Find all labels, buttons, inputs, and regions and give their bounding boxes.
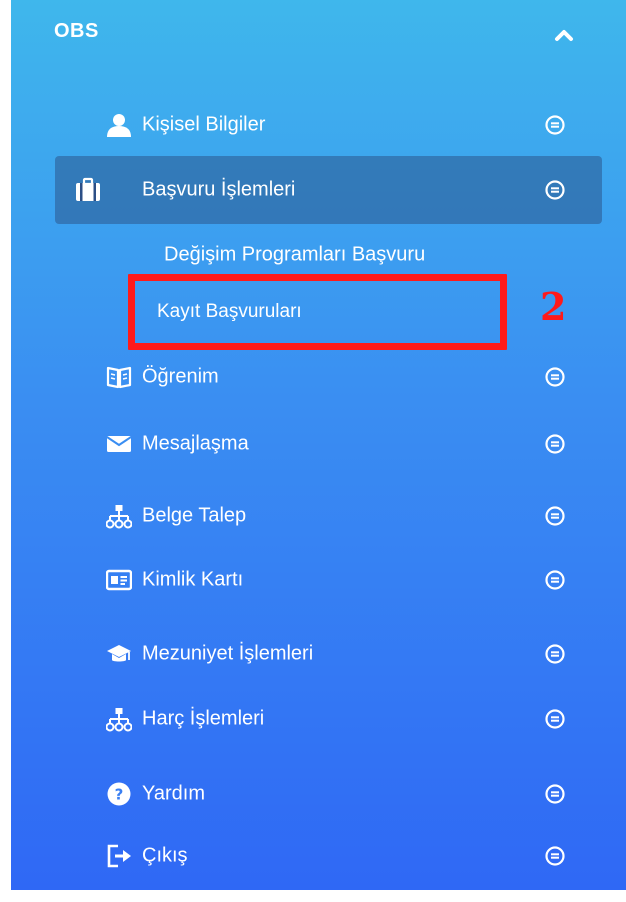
- question-circle-icon: ?: [106, 781, 132, 807]
- menu-item-label: Başvuru İşlemleri: [142, 178, 296, 201]
- book-icon: [106, 364, 132, 390]
- menu-item-label: Kimlik Kartı: [142, 568, 244, 591]
- minus-circle-icon[interactable]: [544, 783, 566, 805]
- minus-circle-icon[interactable]: [544, 505, 566, 527]
- minus-circle-icon[interactable]: [544, 114, 566, 136]
- minus-circle-icon[interactable]: [544, 643, 566, 665]
- menu-item-label: Çıkış: [142, 844, 188, 867]
- graduation-cap-icon: [106, 641, 132, 667]
- sitemap-icon: [105, 706, 133, 732]
- svg-text:?: ?: [115, 786, 124, 804]
- minus-circle-icon[interactable]: [544, 845, 566, 867]
- menu-item-basvuru-islemleri[interactable]: Başvuru İşlemleri: [55, 156, 602, 224]
- menu-item-cikis[interactable]: Çıkış: [11, 828, 626, 884]
- menu-item-belge-talep[interactable]: Belge Talep: [11, 488, 626, 544]
- annotation-highlight-box: [128, 274, 507, 350]
- sitemap-icon: [105, 503, 133, 529]
- menu-item-label: Mesajlaşma: [142, 432, 249, 455]
- sign-out-icon: [106, 843, 132, 869]
- submenu-item-label: Değişim Programları Başvuru: [164, 243, 426, 266]
- menu-item-kisisel-bilgiler[interactable]: Kişisel Bilgiler: [11, 97, 626, 153]
- chevron-up-icon[interactable]: [551, 22, 577, 48]
- menu-item-ogrenim[interactable]: Öğrenim: [11, 349, 626, 405]
- minus-circle-icon[interactable]: [544, 433, 566, 455]
- header-title: OBS: [54, 20, 99, 42]
- menu-item-yardim[interactable]: ? Yardım: [11, 766, 626, 822]
- menu-item-label: Kişisel Bilgiler: [142, 113, 266, 136]
- menu-item-label: Mezuniyet İşlemleri: [142, 642, 314, 665]
- envelope-icon: [106, 431, 132, 457]
- briefcase-icon: [75, 177, 101, 203]
- minus-circle-icon[interactable]: [544, 179, 566, 201]
- minus-circle-icon[interactable]: [544, 569, 566, 591]
- submenu-item-degisim-programlari[interactable]: Değişim Programları Başvuru: [11, 230, 626, 280]
- menu-item-mesajlasma[interactable]: Mesajlaşma: [11, 416, 626, 472]
- menu-item-label: Harç İşlemleri: [142, 707, 265, 730]
- annotation-number: 2: [540, 284, 567, 329]
- id-card-icon: [105, 567, 133, 593]
- menu-item-kimlik-karti[interactable]: Kimlik Kartı: [11, 552, 626, 608]
- menu-item-label: Yardım: [142, 782, 205, 805]
- menu-item-harc-islemleri[interactable]: Harç İşlemleri: [11, 691, 626, 747]
- menu-item-mezuniyet-islemleri[interactable]: Mezuniyet İşlemleri: [11, 626, 626, 682]
- minus-circle-icon[interactable]: [544, 708, 566, 730]
- minus-circle-icon[interactable]: [544, 366, 566, 388]
- menu-item-label: Öğrenim: [142, 365, 219, 388]
- sidebar-menu: OBS Kişisel Bilgiler Başvuru İşlemleri D…: [11, 0, 626, 890]
- user-icon: [106, 112, 132, 138]
- menu-item-label: Belge Talep: [142, 504, 247, 527]
- menu-header[interactable]: OBS: [11, 0, 626, 70]
